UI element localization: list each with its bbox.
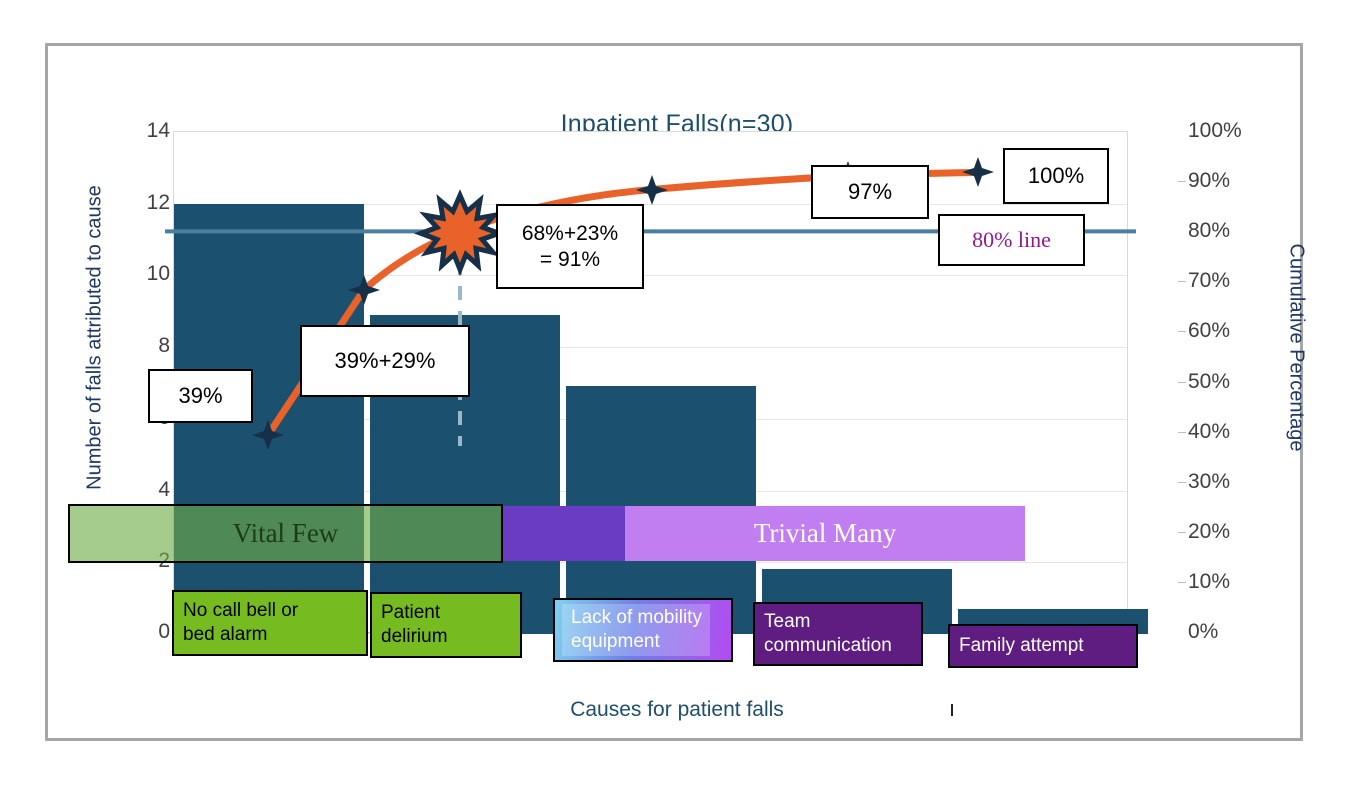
- y-tick-right: 60%: [1188, 319, 1231, 343]
- y-tick-right: 10%: [1188, 569, 1231, 593]
- callout-39-plus-29[interactable]: 39%+29%: [300, 325, 470, 397]
- callout-39-plus-29-text: 39%+29%: [334, 347, 436, 373]
- y-tick-left: 4: [158, 477, 170, 501]
- category-label-lack-of-mobility-line1: Lack of mobility: [571, 606, 702, 628]
- y-tick-right: 70%: [1188, 269, 1231, 293]
- y-tick-right: 20%: [1188, 519, 1231, 543]
- callout-39-percent-text: 39%: [178, 382, 223, 408]
- vital-few-band[interactable]: Vital Few: [68, 504, 503, 563]
- category-label-no-call-bell[interactable]: No call bell or bed alarm: [172, 590, 368, 656]
- y-tick-left: 0: [158, 620, 170, 643]
- category-label-patient-delirium-line2: delirium: [381, 626, 448, 647]
- y-axis-right-ticks: 100% 90% 80% 70% 60% 50% 40% 30% 20% 10%…: [1178, 119, 1268, 643]
- y-tick-left: 10: [146, 262, 170, 286]
- category-label-no-call-bell-line1: No call bell or: [183, 600, 299, 622]
- tick-mark: [1178, 281, 1186, 283]
- y-tick-right: 30%: [1188, 469, 1231, 493]
- text-cursor-caret: [951, 704, 953, 716]
- tick-mark: [1178, 181, 1186, 183]
- callout-39-percent[interactable]: 39%: [148, 369, 253, 423]
- tick-mark: [1178, 431, 1186, 433]
- y-axis-left-title: Number of falls attributed to cause: [83, 185, 106, 490]
- trivial-many-label: Trivial Many: [753, 518, 897, 548]
- y-axis-right-title: Cumulative Percentage: [1285, 243, 1308, 452]
- slide-frame: Inpatient Falls(n=30) 14 12 10 8 6 4 2 0…: [45, 43, 1308, 741]
- callout-100-percent[interactable]: 100%: [1003, 148, 1109, 204]
- callout-80-percent-line-text: 80% line: [972, 226, 1051, 252]
- tick-mark: [1178, 581, 1186, 583]
- tick-mark: [1178, 381, 1186, 383]
- callout-100-percent-text: 100%: [1027, 162, 1085, 188]
- y-tick-right: 90%: [1188, 169, 1231, 193]
- callout-68-plus-23-line1: 68%+23%: [521, 221, 619, 245]
- y-tick-left: 14: [146, 119, 170, 142]
- callout-80-percent-line[interactable]: 80% line: [938, 214, 1085, 266]
- callout-97-percent[interactable]: 97%: [811, 165, 929, 219]
- callout-68-plus-23-line2: = 91%: [539, 247, 601, 271]
- callout-68-plus-23[interactable]: 68%+23% = 91%: [496, 204, 644, 289]
- y-tick-left: 12: [146, 190, 170, 214]
- callout-97-percent-text: 97%: [847, 178, 893, 204]
- y-tick-right: 80%: [1188, 219, 1231, 243]
- tick-mark: [1178, 331, 1186, 333]
- category-label-family-attempt[interactable]: Family attempt: [948, 624, 1138, 668]
- category-label-team-communication[interactable]: Team communication: [753, 602, 923, 666]
- category-label-lack-of-mobility-line2: equipment: [571, 630, 660, 652]
- category-label-team-communication-line2: communication: [764, 635, 892, 656]
- trivial-many-band[interactable]: Trivial Many: [625, 506, 1025, 561]
- category-label-family-attempt-line1: Family attempt: [959, 635, 1084, 657]
- y-tick-left: 8: [158, 334, 170, 358]
- category-label-team-communication-line1: Team: [764, 611, 811, 633]
- y-tick-right: 0%: [1188, 620, 1219, 643]
- tick-mark: [1178, 531, 1186, 533]
- vital-few-label: Vital Few: [232, 518, 339, 548]
- category-label-patient-delirium[interactable]: Patient delirium: [370, 592, 522, 658]
- y-tick-right: 40%: [1188, 419, 1231, 443]
- category-label-lack-of-mobility-equipment[interactable]: Lack of mobility equipment: [553, 598, 733, 662]
- category-label-no-call-bell-line2: bed alarm: [183, 624, 268, 645]
- x-axis-title: Causes for patient falls: [570, 698, 784, 721]
- y-tick-right: 50%: [1188, 369, 1231, 393]
- tick-mark: [1178, 481, 1186, 483]
- category-label-patient-delirium-line1: Patient: [381, 602, 441, 624]
- trivial-many-band-dark-segment: [503, 506, 625, 561]
- y-tick-right: 100%: [1188, 119, 1242, 142]
